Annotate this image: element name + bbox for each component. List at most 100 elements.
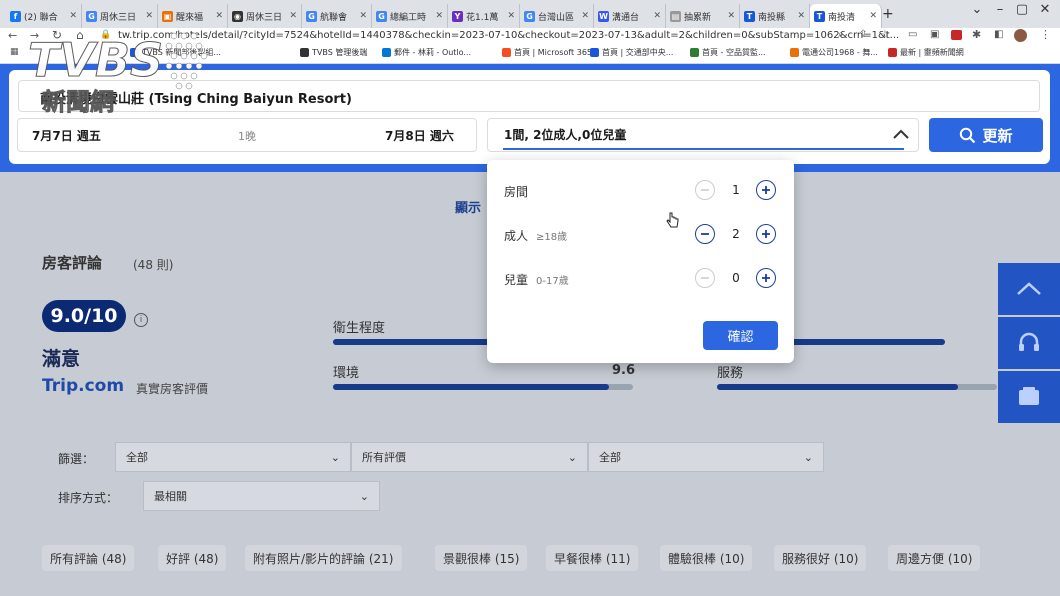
minimize-icon[interactable]: – [988, 2, 1012, 17]
filter-select-3[interactable]: 全部 ⌄ [588, 442, 824, 472]
bookmark-label: 最新 | 靈頻新聞網 [900, 48, 964, 57]
checkin-date[interactable]: 7月7日 週五 [32, 127, 101, 144]
brand-subtitle: 真實房客評價 [136, 382, 209, 396]
close-icon[interactable]: ✕ [653, 11, 661, 21]
close-icon[interactable]: ✕ [289, 11, 297, 21]
hand-cursor-icon [666, 212, 679, 228]
browser-tab[interactable]: Y 花1.1萬 ✕ [448, 4, 520, 28]
show-link[interactable]: 顯示 [455, 197, 481, 216]
chip-scenery[interactable]: 景觀很棒 (15) [435, 545, 528, 571]
close-icon[interactable]: ✕ [435, 11, 443, 21]
scroll-top-button[interactable] [998, 263, 1060, 315]
info-icon[interactable]: i [134, 313, 148, 327]
chip-with-photos[interactable]: 附有照片/影片的評論 (21) [245, 545, 402, 571]
browser-tab[interactable]: W 溝通台 ✕ [594, 4, 666, 28]
close-icon[interactable]: ✕ [145, 11, 153, 21]
browser-tab[interactable]: ▤ 抽累新 ✕ [666, 4, 740, 28]
bookmark-favicon-icon [790, 48, 799, 57]
puzzle-icon[interactable]: ✱ [972, 28, 981, 41]
minus-icon [701, 189, 709, 191]
bookmark-item[interactable]: 首頁 | Microsoft 365 [502, 47, 592, 58]
filter-select-1[interactable]: 全部 ⌄ [115, 442, 351, 472]
adults-plus-button[interactable] [756, 224, 776, 244]
back-icon[interactable]: ← [8, 29, 17, 42]
rooms-minus-button[interactable] [695, 180, 715, 200]
children-label: 兒童 [504, 273, 529, 287]
chip-experience[interactable]: 體驗很棒 (10) [660, 545, 753, 571]
close-icon[interactable]: ✕ [215, 11, 223, 21]
metric-label-service: 服務 [717, 366, 744, 381]
close-icon[interactable]: ✕ [359, 11, 367, 21]
support-button[interactable] [998, 317, 1060, 369]
close-icon[interactable]: ✕ [727, 11, 735, 21]
trip-logo: Trip.com [42, 376, 125, 396]
chevron-up-icon [1017, 282, 1041, 295]
close-window-icon[interactable]: ✕ [1033, 2, 1057, 17]
avatar[interactable] [1014, 29, 1027, 42]
bookmark-item[interactable]: 首頁 - 空品質監... [690, 47, 766, 58]
browser-tab[interactable]: G 周休三日 ✕ [82, 4, 158, 28]
filter-select-2[interactable]: 所有評價 ⌄ [351, 442, 588, 472]
browser-tab[interactable]: ◉ 周休三日 ✕ [228, 4, 302, 28]
tab-favicon-icon: f [10, 10, 21, 22]
bookmark-item[interactable]: 郵件 - 林莉 - Outlo... [382, 47, 471, 58]
children-plus-button[interactable] [756, 268, 776, 288]
maximize-icon[interactable]: ▢ [1010, 2, 1034, 17]
bookmark-item[interactable]: 最新 | 靈頻新聞網 [888, 47, 964, 58]
children-row: 兒童 0-17歲 [504, 271, 569, 288]
rooms-row: 房間 [504, 183, 528, 200]
browser-tab[interactable]: T 南投清 ✕ [810, 4, 882, 28]
chip-all-reviews[interactable]: 所有評論 (48) [42, 545, 135, 571]
bookmark-item[interactable]: 首頁 | 交通部中央... [590, 47, 673, 58]
browser-tab[interactable]: f (2) 聯合 ✕ [6, 4, 82, 28]
extension-icon-1[interactable]: ▭ [908, 29, 917, 40]
rooms-plus-button[interactable] [756, 180, 776, 200]
zoom-icon[interactable]: ⌕ [838, 29, 844, 40]
reviews-count: (48 則) [133, 258, 174, 272]
browser-tab[interactable]: T 南投縣 ✕ [740, 4, 810, 28]
adults-minus-button[interactable] [695, 224, 715, 244]
tab-label: 總編工時 [390, 12, 427, 23]
browser-tab[interactable]: ▣ 醒來福 ✕ [158, 4, 228, 28]
tab-favicon-icon: ▤ [670, 10, 681, 22]
bookmark-item[interactable]: 電通公司1968 - 舞... [790, 47, 878, 58]
close-icon[interactable]: ✕ [69, 11, 77, 21]
children-minus-button[interactable] [695, 268, 715, 288]
sidepanel-icon[interactable]: ◧ [994, 29, 1003, 40]
guest-summary[interactable]: 1間, 2位成人,0位兒童 [504, 126, 626, 143]
app-download-button[interactable] [998, 371, 1060, 423]
chip-convenience[interactable]: 周邊方便 (10) [888, 545, 981, 571]
tab-label: 南投清 [828, 12, 856, 23]
url-text[interactable]: tw.trip.com/hotels/detail/?cityId=7524&h… [118, 30, 899, 41]
bookmark-label: 首頁 | 交通部中央... [602, 48, 674, 57]
browser-tab[interactable]: G 總編工時 ✕ [372, 4, 448, 28]
chevron-up-icon[interactable] [890, 124, 912, 144]
extension-icon-2[interactable]: ▣ [930, 29, 939, 40]
bookmark-item[interactable]: TVBS 管理後端 [300, 47, 367, 58]
bookmark-label: 首頁 - 空品質監... [702, 48, 766, 57]
sort-select[interactable]: 最相關 ⌄ [143, 481, 380, 511]
close-icon[interactable]: ✕ [581, 11, 589, 21]
apps-grid-icon[interactable]: ▦ [10, 47, 19, 57]
chevron-down-icon: ⌄ [803, 450, 813, 464]
browser-tab[interactable]: G 航聯會 ✕ [302, 4, 372, 28]
checkout-date[interactable]: 7月8日 週六 [385, 127, 454, 144]
chip-positive[interactable]: 好評 (48) [158, 545, 227, 571]
adults-value: 2 [732, 227, 740, 241]
close-icon[interactable]: ✕ [507, 11, 515, 21]
tab-favicon-icon: G [524, 10, 535, 22]
extension-icon-3[interactable] [951, 30, 962, 40]
chip-service[interactable]: 服務很好 (10) [774, 545, 867, 571]
chip-breakfast[interactable]: 早餐很棒 (11) [546, 545, 639, 571]
browser-tab[interactable]: G 台灣山區 ✕ [520, 4, 594, 28]
share-icon[interactable]: ⇪ [859, 29, 867, 40]
new-tab-button[interactable]: + [882, 6, 894, 22]
close-icon[interactable]: ✕ [797, 11, 805, 21]
chevron-down-icon[interactable]: ⌄ [965, 2, 989, 17]
update-button[interactable]: 更新 [929, 118, 1043, 152]
score-badge: 9.0/10 [42, 300, 126, 332]
close-icon[interactable]: ✕ [869, 11, 877, 21]
confirm-button[interactable]: 確認 [703, 321, 778, 350]
star-icon[interactable]: ☆ [880, 28, 890, 41]
menu-kebab-icon[interactable]: ⋮ [1040, 28, 1051, 41]
